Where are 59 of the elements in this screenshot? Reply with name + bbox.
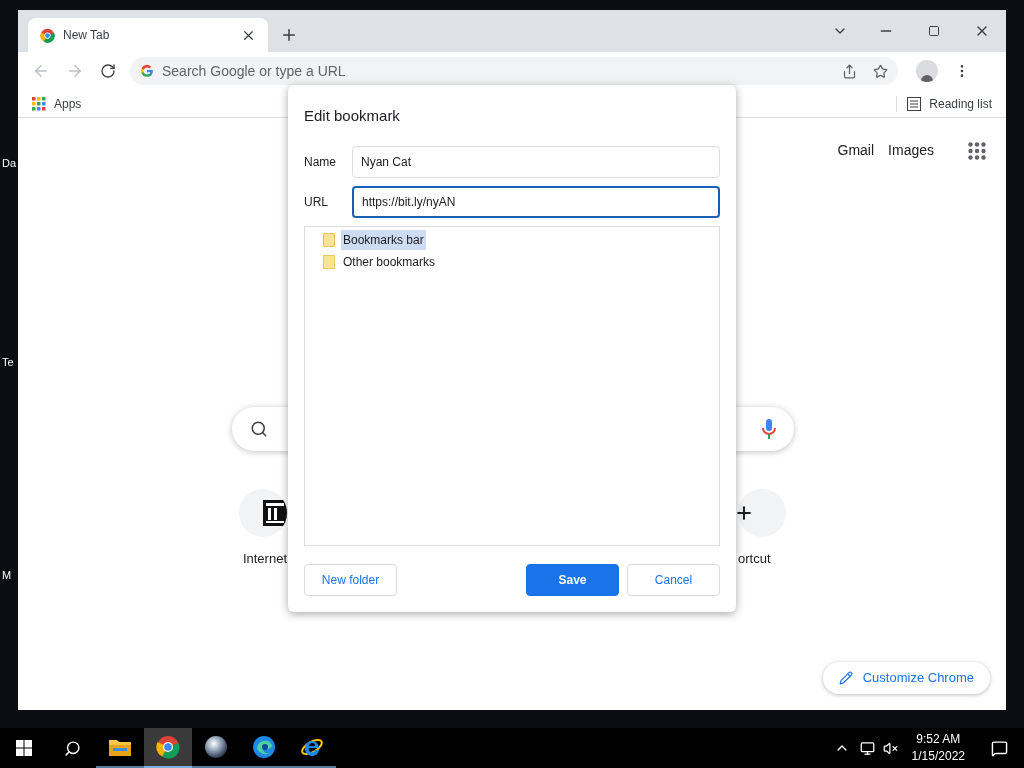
desktop-icon-label[interactable]: Da bbox=[2, 158, 17, 169]
folder-icon bbox=[323, 232, 335, 247]
folder-name: Bookmarks bar bbox=[341, 229, 426, 250]
sphere-icon bbox=[204, 735, 228, 759]
clock-time: 9:52 AM bbox=[916, 731, 961, 748]
share-icon[interactable] bbox=[842, 63, 857, 79]
clock[interactable]: 9:52 AM 1/15/2022 bbox=[901, 731, 975, 765]
field-label: Name bbox=[304, 153, 337, 171]
folder-icon bbox=[108, 737, 132, 757]
add-shortcut-tile[interactable] bbox=[738, 489, 786, 537]
taskbar-app-button[interactable] bbox=[144, 728, 192, 768]
field-label: URL bbox=[304, 193, 329, 211]
microphone-icon[interactable] bbox=[762, 419, 776, 439]
list-icon bbox=[907, 96, 922, 111]
profile-avatar-icon[interactable] bbox=[916, 60, 938, 82]
folder-item[interactable]: Other bookmarks bbox=[323, 250, 719, 273]
customize-chrome-button[interactable]: Customize Chrome bbox=[822, 662, 990, 694]
folder-icon bbox=[323, 254, 335, 269]
search-icon bbox=[63, 739, 81, 757]
volume-muted-icon[interactable] bbox=[882, 740, 898, 756]
tab-title: New Tab bbox=[63, 27, 111, 44]
chrome-logo-icon bbox=[40, 27, 55, 43]
maximize-icon[interactable] bbox=[928, 25, 940, 37]
shortcut-tile[interactable] bbox=[239, 489, 287, 537]
address-bar[interactable]: Search Google or type a URL bbox=[130, 57, 898, 85]
browser-tab[interactable]: New Tab bbox=[28, 18, 268, 52]
plus-icon bbox=[734, 503, 754, 523]
network-icon[interactable] bbox=[859, 740, 875, 756]
notification-icon[interactable] bbox=[991, 739, 1008, 757]
folder-name: Other bookmarks bbox=[342, 253, 437, 271]
bookmark-star-icon[interactable] bbox=[873, 63, 888, 79]
reading-list-button[interactable]: Reading list bbox=[907, 94, 992, 113]
chrome-logo-icon bbox=[156, 735, 180, 759]
apps-grid-icon[interactable] bbox=[968, 141, 986, 160]
shortcut-label: Internet bbox=[242, 550, 287, 568]
header-link[interactable]: Gmail bbox=[837, 140, 875, 161]
desktop-icon-label[interactable]: M bbox=[2, 570, 12, 581]
dialog-button[interactable]: New folder bbox=[304, 564, 397, 596]
apps-shortcut[interactable]: Apps bbox=[32, 94, 82, 113]
dialog-button[interactable]: Cancel bbox=[627, 564, 720, 596]
address-input[interactable]: Search Google or type a URL bbox=[162, 60, 826, 82]
windows-logo-icon bbox=[16, 740, 32, 756]
building-icon bbox=[263, 500, 287, 526]
google-logo-icon bbox=[140, 64, 154, 78]
dialog-button[interactable]: Save bbox=[526, 564, 619, 596]
apps-grid-icon bbox=[32, 96, 46, 111]
new-tab-icon[interactable] bbox=[280, 26, 298, 44]
search-icon bbox=[250, 420, 268, 438]
header-link[interactable]: Images bbox=[888, 140, 934, 161]
shortcut-label: ortcut bbox=[738, 550, 771, 568]
dialog-title: Edit bookmark bbox=[304, 106, 401, 126]
folder-item[interactable]: Bookmarks bar bbox=[323, 228, 719, 251]
reload-icon[interactable] bbox=[100, 63, 116, 79]
text-field[interactable]: Nyan Cat bbox=[352, 145, 720, 178]
clock-date: 1/15/2022 bbox=[911, 748, 965, 765]
text-field[interactable]: https://bit.ly/nyAN bbox=[352, 185, 720, 218]
edge-logo-icon bbox=[252, 735, 276, 759]
desktop-icon-label[interactable]: Te bbox=[2, 357, 14, 368]
pencil-icon bbox=[838, 671, 853, 685]
